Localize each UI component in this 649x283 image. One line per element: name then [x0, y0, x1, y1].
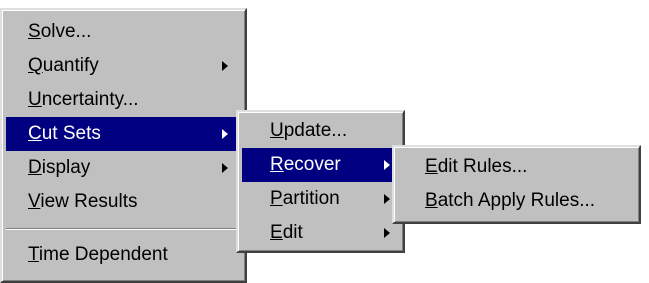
- menu-item-label: Edit: [270, 222, 303, 243]
- menu-item-quantify[interactable]: Quantify: [6, 49, 241, 83]
- menu-item-label: Quantify: [28, 55, 99, 76]
- recover-submenu: Edit Rules... Batch Apply Rules...: [392, 145, 641, 224]
- menu-item-view-results[interactable]: View Results: [6, 185, 241, 219]
- menu-item-edit[interactable]: Edit: [242, 216, 399, 250]
- menu-item-label: Cut Sets: [28, 123, 101, 144]
- submenu-arrow-icon: [384, 194, 390, 204]
- submenu-arrow-icon: [222, 61, 228, 71]
- menu-item-label: Partition: [270, 188, 340, 209]
- submenu-arrow-icon: [384, 228, 390, 238]
- menu-item-batch-apply-rules[interactable]: Batch Apply Rules...: [398, 184, 635, 218]
- menu-item-recover[interactable]: Recover: [242, 148, 399, 182]
- menu-item-time-dependent[interactable]: Time Dependent: [6, 238, 241, 272]
- menu-item-uncertainty[interactable]: Uncertainty...: [6, 83, 241, 117]
- menu-item-cut-sets[interactable]: Cut Sets: [6, 117, 241, 151]
- menu-item-solve[interactable]: Solve...: [6, 15, 241, 49]
- main-menu: Solve... Quantify Uncertainty... Cut Set…: [0, 8, 247, 283]
- menu-item-label: Update...: [270, 120, 348, 141]
- menu-item-label: View Results: [28, 191, 138, 212]
- menu-item-label: Recover: [270, 154, 341, 175]
- menu-item-label: Solve...: [28, 21, 92, 42]
- menu-separator: [6, 228, 241, 230]
- submenu-arrow-icon: [222, 129, 228, 139]
- menu-item-partition[interactable]: Partition: [242, 182, 399, 216]
- menu-item-label: Display: [28, 157, 91, 178]
- menu-item-display[interactable]: Display: [6, 151, 241, 185]
- submenu-arrow-icon: [222, 163, 228, 173]
- cut-sets-submenu: Update... Recover Partition Edit: [236, 110, 405, 253]
- menu-item-label: Uncertainty...: [28, 89, 139, 110]
- menu-item-update[interactable]: Update...: [242, 114, 399, 148]
- menu-item-label: Edit Rules...: [425, 156, 528, 177]
- submenu-arrow-icon: [384, 160, 390, 170]
- menu-item-label: Time Dependent: [28, 244, 168, 265]
- menu-item-label: Batch Apply Rules...: [425, 190, 596, 211]
- menu-item-edit-rules[interactable]: Edit Rules...: [398, 150, 635, 184]
